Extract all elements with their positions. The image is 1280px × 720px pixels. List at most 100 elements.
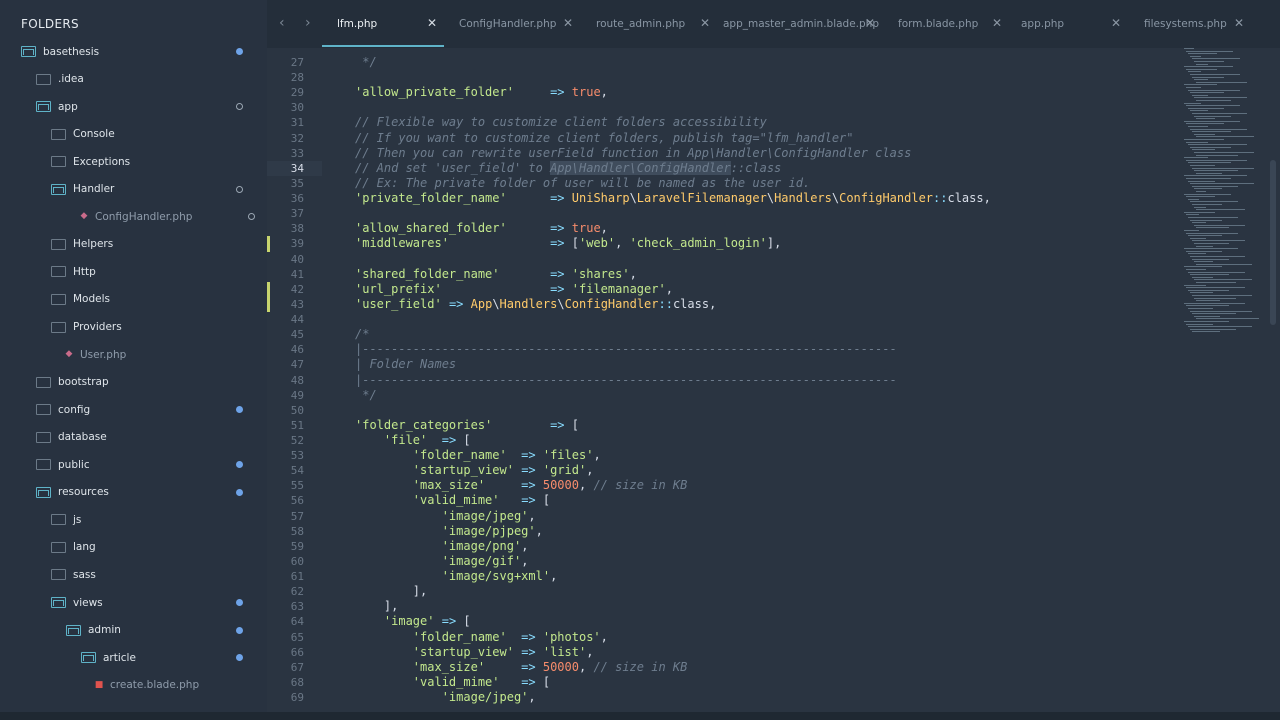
code-token: Handlers	[499, 296, 558, 311]
tab-lfm-php[interactable]: lfm.php ✕	[337, 0, 441, 48]
tree-item-label: bootstrap	[58, 376, 109, 389]
folder-icon	[36, 459, 51, 471]
tree-item[interactable]: ■ create.blade.php	[93, 672, 279, 699]
tree-item[interactable]: js	[51, 506, 267, 533]
code-line: | Folder Names	[355, 357, 456, 372]
close-icon[interactable]: ✕	[700, 16, 710, 30]
code-line: 'max_size' => 50000, // size in KB	[355, 660, 688, 675]
tree-item-label: sass	[73, 568, 96, 581]
modified-dot-icon	[236, 654, 243, 662]
folder-icon	[51, 321, 66, 333]
code-line: 'user_field' => App\Handlers\ConfigHandl…	[355, 297, 716, 312]
open-circle-icon	[248, 213, 255, 221]
minimap-line	[1190, 55, 1201, 57]
tree-item[interactable]: resources	[36, 479, 267, 506]
code-token: \	[629, 191, 637, 206]
line-number: 60	[290, 554, 304, 568]
close-icon[interactable]: ✕	[992, 16, 1002, 30]
tree-item[interactable]: Console	[51, 121, 267, 148]
scrollbar[interactable]	[1270, 160, 1276, 325]
tree-item[interactable]: Handler	[51, 176, 267, 203]
minimap-line	[1186, 323, 1213, 325]
minimap-line	[1192, 167, 1254, 169]
tree-item[interactable]: Exceptions	[51, 148, 267, 175]
tree-item[interactable]: Http	[51, 258, 267, 285]
tab-route-admin-php[interactable]: route_admin.php ✕	[596, 0, 714, 48]
tab-bar: ‹ › lfm.php ✕ ConfigHandler.php ✕ route_admi…	[267, 0, 1280, 48]
close-icon[interactable]: ✕	[563, 16, 573, 30]
tree-item[interactable]: app	[36, 93, 267, 120]
minimap-line	[1196, 191, 1206, 192]
tree-item[interactable]: bootstrap	[36, 369, 267, 396]
code-token: 'image/jpeg'	[441, 508, 529, 523]
tab-confighandler-php[interactable]: ConfigHandler.php ✕	[459, 0, 577, 48]
active-tab-indicator	[322, 45, 444, 47]
code-line: 'file' => [	[355, 433, 471, 448]
tree-item[interactable]: .idea	[36, 66, 267, 93]
chevron-right-icon[interactable]: ›	[305, 15, 311, 31]
code-token: ,	[600, 629, 608, 644]
line-number: 65	[290, 630, 304, 644]
code-token: 'image/svg+xml'	[441, 569, 551, 584]
minimap-line	[1194, 315, 1220, 317]
tree-item[interactable]: admin	[66, 617, 267, 644]
minimap-line	[1194, 188, 1222, 190]
tab-form-blade-php[interactable]: form.blade.php ✕	[898, 0, 1006, 48]
tab-app-php[interactable]: app.php ✕	[1021, 0, 1125, 48]
tree-item[interactable]: database	[36, 424, 267, 451]
minimap-line	[1184, 321, 1229, 322]
minimap-line	[1196, 63, 1208, 65]
code-token: \	[766, 191, 775, 206]
close-icon[interactable]: ✕	[865, 16, 875, 30]
minimap-line	[1184, 157, 1208, 159]
code-editor[interactable]: 27 */ 28 29 'allow_private_folder' => true,…	[267, 48, 1280, 712]
tree-item[interactable]: lang	[51, 534, 267, 561]
minimap-line	[1192, 240, 1245, 242]
minimap[interactable]	[1178, 48, 1259, 338]
tree-item-label: database	[58, 431, 107, 444]
tree-item[interactable]: article	[81, 644, 267, 671]
close-icon[interactable]: ✕	[427, 16, 437, 30]
code-token: // And set 'user_field' to	[355, 160, 551, 175]
tree-item[interactable]: Models	[51, 286, 267, 313]
tree-item[interactable]: Providers	[51, 314, 267, 341]
line-number: 42	[290, 282, 304, 296]
folder-icon	[51, 514, 66, 526]
code-token: [	[564, 417, 579, 432]
tree-item[interactable]: config	[36, 396, 267, 423]
tree-item[interactable]: ◆ ConfigHandler.php	[78, 203, 279, 230]
tree-item[interactable]: sass	[51, 561, 267, 588]
line-number: 43	[290, 297, 304, 311]
minimap-line	[1192, 331, 1220, 333]
tab-filesystems-php[interactable]: filesystems.php ✕	[1144, 0, 1248, 48]
tree-item[interactable]: public	[36, 451, 267, 478]
tree-item-label: basethesis	[43, 45, 100, 58]
code-token: ,	[593, 448, 601, 463]
minimap-line	[1192, 276, 1213, 278]
code-token: 'valid_mime'	[412, 674, 500, 689]
code-token: =>	[521, 644, 536, 659]
close-icon[interactable]: ✕	[1111, 16, 1121, 30]
tree-item-label: Http	[73, 265, 96, 278]
minimap-line	[1184, 302, 1245, 304]
tree-item[interactable]: basethesis	[21, 38, 267, 65]
code-line: // If you want to customize client folde…	[355, 131, 854, 146]
tab-app-master-admin-blade-php[interactable]: app_master_admin.blade.php ✕	[723, 0, 879, 48]
tab-label: app_master_admin.blade.php	[723, 18, 879, 30]
tree-item[interactable]: Helpers	[51, 231, 267, 258]
chevron-left-icon[interactable]: ‹	[279, 15, 285, 31]
line-number: 44	[290, 313, 304, 327]
line-number: 61	[290, 570, 304, 584]
line-number: 67	[290, 660, 304, 674]
tree-item[interactable]: views	[51, 589, 267, 616]
close-icon[interactable]: ✕	[1234, 16, 1244, 30]
tree-item[interactable]: ◆ User.php	[63, 341, 279, 368]
